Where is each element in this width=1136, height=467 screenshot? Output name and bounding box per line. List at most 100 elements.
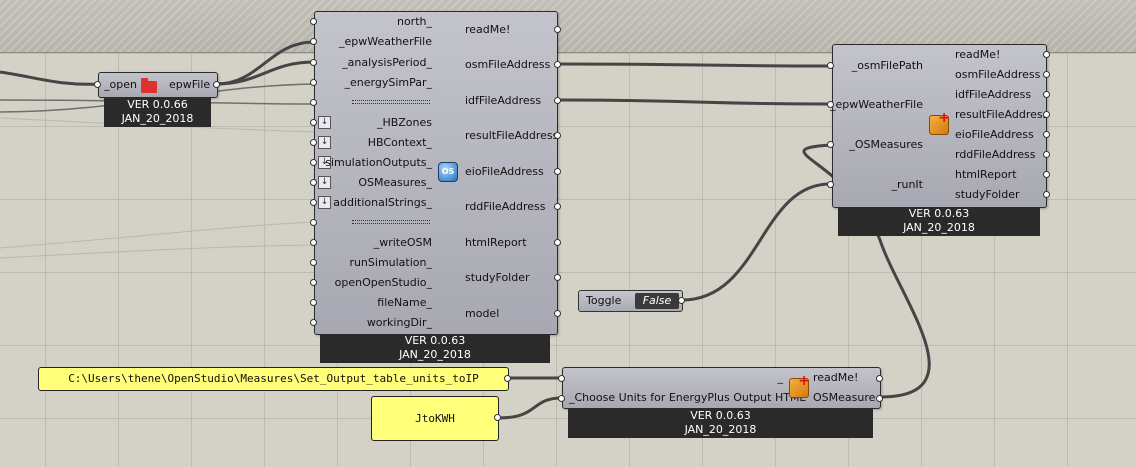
input-port[interactable] [310,79,317,86]
flatten-icon[interactable]: ↓ [318,116,331,129]
measure-path-panel[interactable]: C:\Users\thene\OpenStudio\Measures\Set_O… [38,367,509,391]
input-filename: fileName_ [377,296,432,309]
output-readme: readMe! [465,23,511,36]
input-port[interactable] [558,395,565,402]
set-output-units-measure-component[interactable]: _ _Choose Units for EnergyPlus Output HT… [562,367,881,409]
toggle-output-port[interactable] [678,297,685,304]
input-port[interactable] [310,279,317,286]
wire-faint-3 [0,244,315,259]
panel-output-port[interactable] [504,375,511,382]
open-input-port[interactable] [94,81,101,88]
input-simoutputs: simulationOutputs_ [325,156,432,169]
units-text: JtoKWH [415,412,455,425]
output-port[interactable] [1043,191,1050,198]
input-port[interactable] [310,38,317,45]
input-energysim: _energySimPar_ [344,76,432,89]
date-text: JAN_20_2018 [399,348,471,361]
boolean-toggle[interactable]: Toggle False [578,290,683,312]
output-readme: readMe! [955,48,1001,61]
output-idf: idfFileAddress [955,88,1032,101]
input-port[interactable] [310,59,317,66]
version-text: VER 0.0.66 [127,98,188,111]
output-osm: osmFileAddress [955,68,1041,81]
panel-output-port[interactable] [494,414,501,421]
output-port[interactable] [876,395,883,402]
wire-osm-to-osmpath[interactable] [557,62,831,68]
output-port[interactable] [1043,91,1050,98]
input-port[interactable] [827,62,834,69]
toggle-value[interactable]: False [635,293,679,309]
input-runsim: runSimulation_ [349,256,432,269]
wire-idf-to-epw[interactable] [557,98,831,106]
export-version: VER 0.0.63 JAN_20_2018 [320,334,550,363]
input-port[interactable] [827,101,834,108]
input-port[interactable] [827,141,834,148]
toggle-label: Toggle [586,294,622,307]
input-port[interactable] [310,139,317,146]
open-input-label: _open [104,78,137,91]
input-port[interactable] [310,299,317,306]
output-port[interactable] [1043,171,1050,178]
output-port[interactable] [554,97,561,104]
run-osm-component[interactable]: _osmFilePath _epwWeatherFile _OSMeasures… [830,44,1049,208]
output-port[interactable] [554,132,561,139]
output-port[interactable] [554,203,561,210]
input-port[interactable] [558,375,565,382]
flatten-icon[interactable]: ↓ [318,136,331,149]
output-port[interactable] [876,375,883,382]
output-idf: idfFileAddress [465,94,542,107]
wire-left-to-open[interactable] [0,70,101,86]
input-writeosm: _writeOSM [373,236,432,249]
output-port[interactable] [554,168,561,175]
output-html: htmlReport [465,236,527,249]
epwfile-output-port[interactable] [213,81,220,88]
input-port[interactable] [310,319,317,326]
input-hbzones: _HBZones [376,116,432,129]
output-port[interactable] [554,26,561,33]
epwfile-output-label: epwFile [169,78,211,91]
input-port[interactable] [310,159,317,166]
open-epw-component[interactable]: _open epwFile [98,72,218,98]
input-port[interactable] [827,181,834,188]
input-units: _Choose Units for EnergyPlus Output HTML [569,391,806,404]
output-port[interactable] [554,274,561,281]
output-port[interactable] [1043,131,1050,138]
input-port[interactable] [310,259,317,266]
output-rdd: rddFileAddress [955,148,1036,161]
input-port[interactable] [310,179,317,186]
output-html: htmlReport [955,168,1017,181]
openstudio-icon: OS [438,162,458,182]
input-analysis: _analysisPeriod_ [342,56,432,69]
input-port[interactable] [310,199,317,206]
wire-units-to-measure[interactable] [497,396,563,420]
wire-toggle-to-runit[interactable] [681,182,831,302]
wire-epwfile-to-analysis[interactable] [215,60,315,86]
input-port[interactable] [310,18,317,25]
output-port[interactable] [554,310,561,317]
flatten-icon[interactable]: ↓ [318,196,331,209]
output-port[interactable] [554,61,561,68]
output-result: resultFileAddress [465,129,559,142]
input-top: _ [777,371,784,384]
honeybee-icon [789,373,810,398]
separator [352,220,430,224]
input-port[interactable] [310,219,317,226]
output-port[interactable] [554,239,561,246]
output-port[interactable] [1043,151,1050,158]
flatten-icon[interactable]: ↓ [318,176,331,189]
output-result: resultFileAddress [955,108,1049,121]
units-panel[interactable]: JtoKWH [371,396,499,441]
input-port[interactable] [310,239,317,246]
input-port[interactable] [310,99,317,106]
input-north: north_ [396,15,432,28]
output-port[interactable] [1043,51,1050,58]
output-rdd: rddFileAddress [465,200,546,213]
output-port[interactable] [1043,111,1050,118]
input-openos: openOpenStudio_ [334,276,432,289]
output-study: studyFolder [465,271,530,284]
export-to-openstudio-component[interactable]: north_ _epwWeatherFile _analysisPeriod_ … [314,11,558,335]
input-additional: additionalStrings_ [333,196,432,209]
input-port[interactable] [310,119,317,126]
output-port[interactable] [1043,71,1050,78]
input-epw: _epwWeatherFile [339,35,432,48]
